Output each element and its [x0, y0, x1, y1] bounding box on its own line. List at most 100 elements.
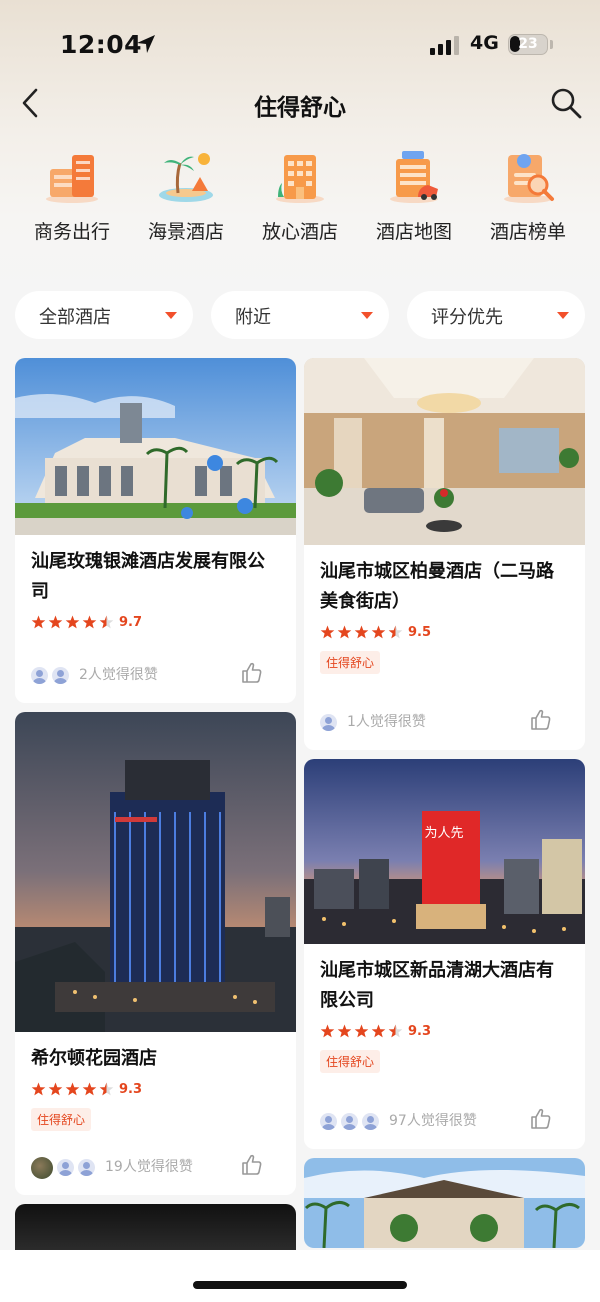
thumbs-up-icon[interactable] [529, 708, 553, 732]
rating-row: 9.5 [320, 623, 569, 641]
hotel-photo [304, 358, 585, 545]
category-seaview[interactable]: 海景酒店 [129, 145, 243, 245]
rating-row: 9.3 [31, 1080, 280, 1098]
business-building-icon [46, 155, 98, 203]
star-rating [320, 625, 405, 640]
avatar [52, 667, 69, 684]
hotel-photo-lobby [304, 358, 585, 545]
filter-label: 附近 [235, 307, 271, 328]
liker-avatars: 1人觉得很赞 [320, 714, 426, 731]
category-label: 酒店榜单 [489, 221, 566, 243]
star-icon [65, 615, 80, 628]
hotel-photo-resort [15, 358, 296, 535]
thumbs-up-icon[interactable] [240, 1153, 264, 1177]
category-label: 酒店地图 [375, 221, 452, 243]
status-bar: 12:04 4G 23 [0, 0, 600, 88]
hotel-score: 9.3 [119, 1081, 143, 1097]
hotel-card[interactable] [304, 1158, 585, 1248]
half-star-icon [388, 625, 403, 638]
avatar [320, 714, 337, 731]
star-rating [320, 1024, 405, 1039]
likes-row: 1人觉得很赞 [320, 700, 569, 750]
location-arrow-icon [137, 35, 155, 53]
thumbs-up-icon[interactable] [240, 661, 264, 685]
star-rating [31, 615, 116, 630]
page-title: 住得舒心 [254, 95, 346, 121]
hotel-card-body: 汕尾市城区新品清湖大酒店有限公司 9.3 住得舒心 97人觉得很赞 [304, 944, 585, 1149]
star-icon [354, 1024, 369, 1037]
filter-all-hotels[interactable]: 全部酒店 [15, 291, 193, 339]
star-icon [354, 625, 369, 638]
hotel-card[interactable]: 汕尾玫瑰银滩酒店发展有限公司 9.7 2人觉得很赞 [15, 358, 296, 703]
likes-row: 19人觉得很赞 [31, 1145, 280, 1195]
category-map[interactable]: 酒店地图 [357, 145, 471, 245]
hotel-score: 9.7 [119, 614, 143, 630]
star-icon [65, 1082, 80, 1095]
half-star-icon [388, 1024, 403, 1037]
star-icon [371, 625, 386, 638]
rating-row: 9.3 [320, 1022, 569, 1040]
tag-badge: 住得舒心 [320, 651, 381, 674]
likes-row: 97人觉得很赞 [320, 1099, 569, 1149]
avatar [31, 667, 48, 684]
hotel-score: 9.3 [408, 1023, 432, 1039]
category-bar: 商务出行 海景酒店 放心酒店 酒店地图 酒店榜单 [0, 145, 600, 245]
caret-down-icon [165, 312, 177, 319]
caret-down-icon [557, 312, 569, 319]
tag-badge: 住得舒心 [320, 1050, 381, 1073]
bottom-safe-area [0, 1250, 600, 1302]
hotel-name: 汕尾玫瑰银滩酒店发展有限公司 [31, 551, 265, 602]
star-icon [48, 1082, 63, 1095]
filter-nearby[interactable]: 附近 [211, 291, 389, 339]
hotel-sign-text: 为人先 [424, 826, 463, 841]
hotel-score: 9.5 [408, 624, 432, 640]
battery-icon: 23 [508, 34, 548, 55]
category-trusted[interactable]: 放心酒店 [243, 145, 357, 245]
network-type: 4G [470, 32, 499, 54]
likes-text: 2人觉得很赞 [79, 667, 158, 683]
beach-palm-icon [159, 153, 213, 202]
avatar [31, 1157, 53, 1179]
star-icon [337, 625, 352, 638]
signal-icon [430, 36, 459, 55]
hotel-column-left: 汕尾玫瑰银滩酒店发展有限公司 9.7 2人觉得很赞 希尔顿花园酒店 9.3 住得… [15, 358, 296, 1273]
filter-label: 全部酒店 [39, 307, 111, 328]
star-icon [337, 1024, 352, 1037]
battery-percent: 23 [518, 36, 538, 52]
rating-row: 9.7 [31, 613, 280, 631]
filter-label: 评分优先 [431, 307, 503, 328]
half-star-icon [99, 1082, 114, 1095]
hotel-building-icon [276, 155, 324, 203]
category-business[interactable]: 商务出行 [15, 145, 129, 245]
category-ranking[interactable]: 酒店榜单 [471, 145, 585, 245]
star-icon [31, 1082, 46, 1095]
hotel-photo [15, 358, 296, 535]
battery-cap [550, 40, 553, 49]
search-icon[interactable] [549, 86, 583, 120]
star-icon [82, 1082, 97, 1095]
hotel-map-icon [390, 151, 438, 203]
hotel-card[interactable]: 汕尾市城区柏曼酒店（二马路美食街店） 9.5 住得舒心 1人觉得很赞 [304, 358, 585, 750]
hotel-card-body: 汕尾玫瑰银滩酒店发展有限公司 9.7 2人觉得很赞 [15, 535, 296, 703]
category-label: 商务出行 [33, 221, 110, 243]
hotel-column-right: 汕尾市城区柏曼酒店（二马路美食街店） 9.5 住得舒心 1人觉得很赞 为人先 汕… [304, 358, 585, 1257]
hotel-card-body: 汕尾市城区柏曼酒店（二马路美食街店） 9.5 住得舒心 1人觉得很赞 [304, 545, 585, 750]
liker-avatars: 97人觉得很赞 [320, 1113, 477, 1130]
hotel-photo-tower [15, 712, 296, 1032]
filter-sort-rating[interactable]: 评分优先 [407, 291, 585, 339]
half-star-icon [99, 615, 114, 628]
star-rating [31, 1082, 116, 1097]
avatar [320, 1113, 337, 1130]
thumbs-up-icon[interactable] [529, 1107, 553, 1131]
star-icon [320, 1024, 335, 1037]
star-icon [371, 1024, 386, 1037]
status-time: 12:04 [60, 30, 143, 59]
hotel-photo: 为人先 [304, 759, 585, 944]
hotel-photo [15, 712, 296, 1032]
star-icon [31, 615, 46, 628]
home-indicator[interactable] [193, 1281, 407, 1289]
hotel-card[interactable]: 为人先 汕尾市城区新品清湖大酒店有限公司 9.3 住得舒心 97人觉得很赞 [304, 759, 585, 1149]
filter-bar: 全部酒店 附近 评分优先 [15, 291, 585, 339]
hotel-photo [304, 1158, 585, 1248]
hotel-card[interactable]: 希尔顿花园酒店 9.3 住得舒心 19人觉得很赞 [15, 712, 296, 1195]
